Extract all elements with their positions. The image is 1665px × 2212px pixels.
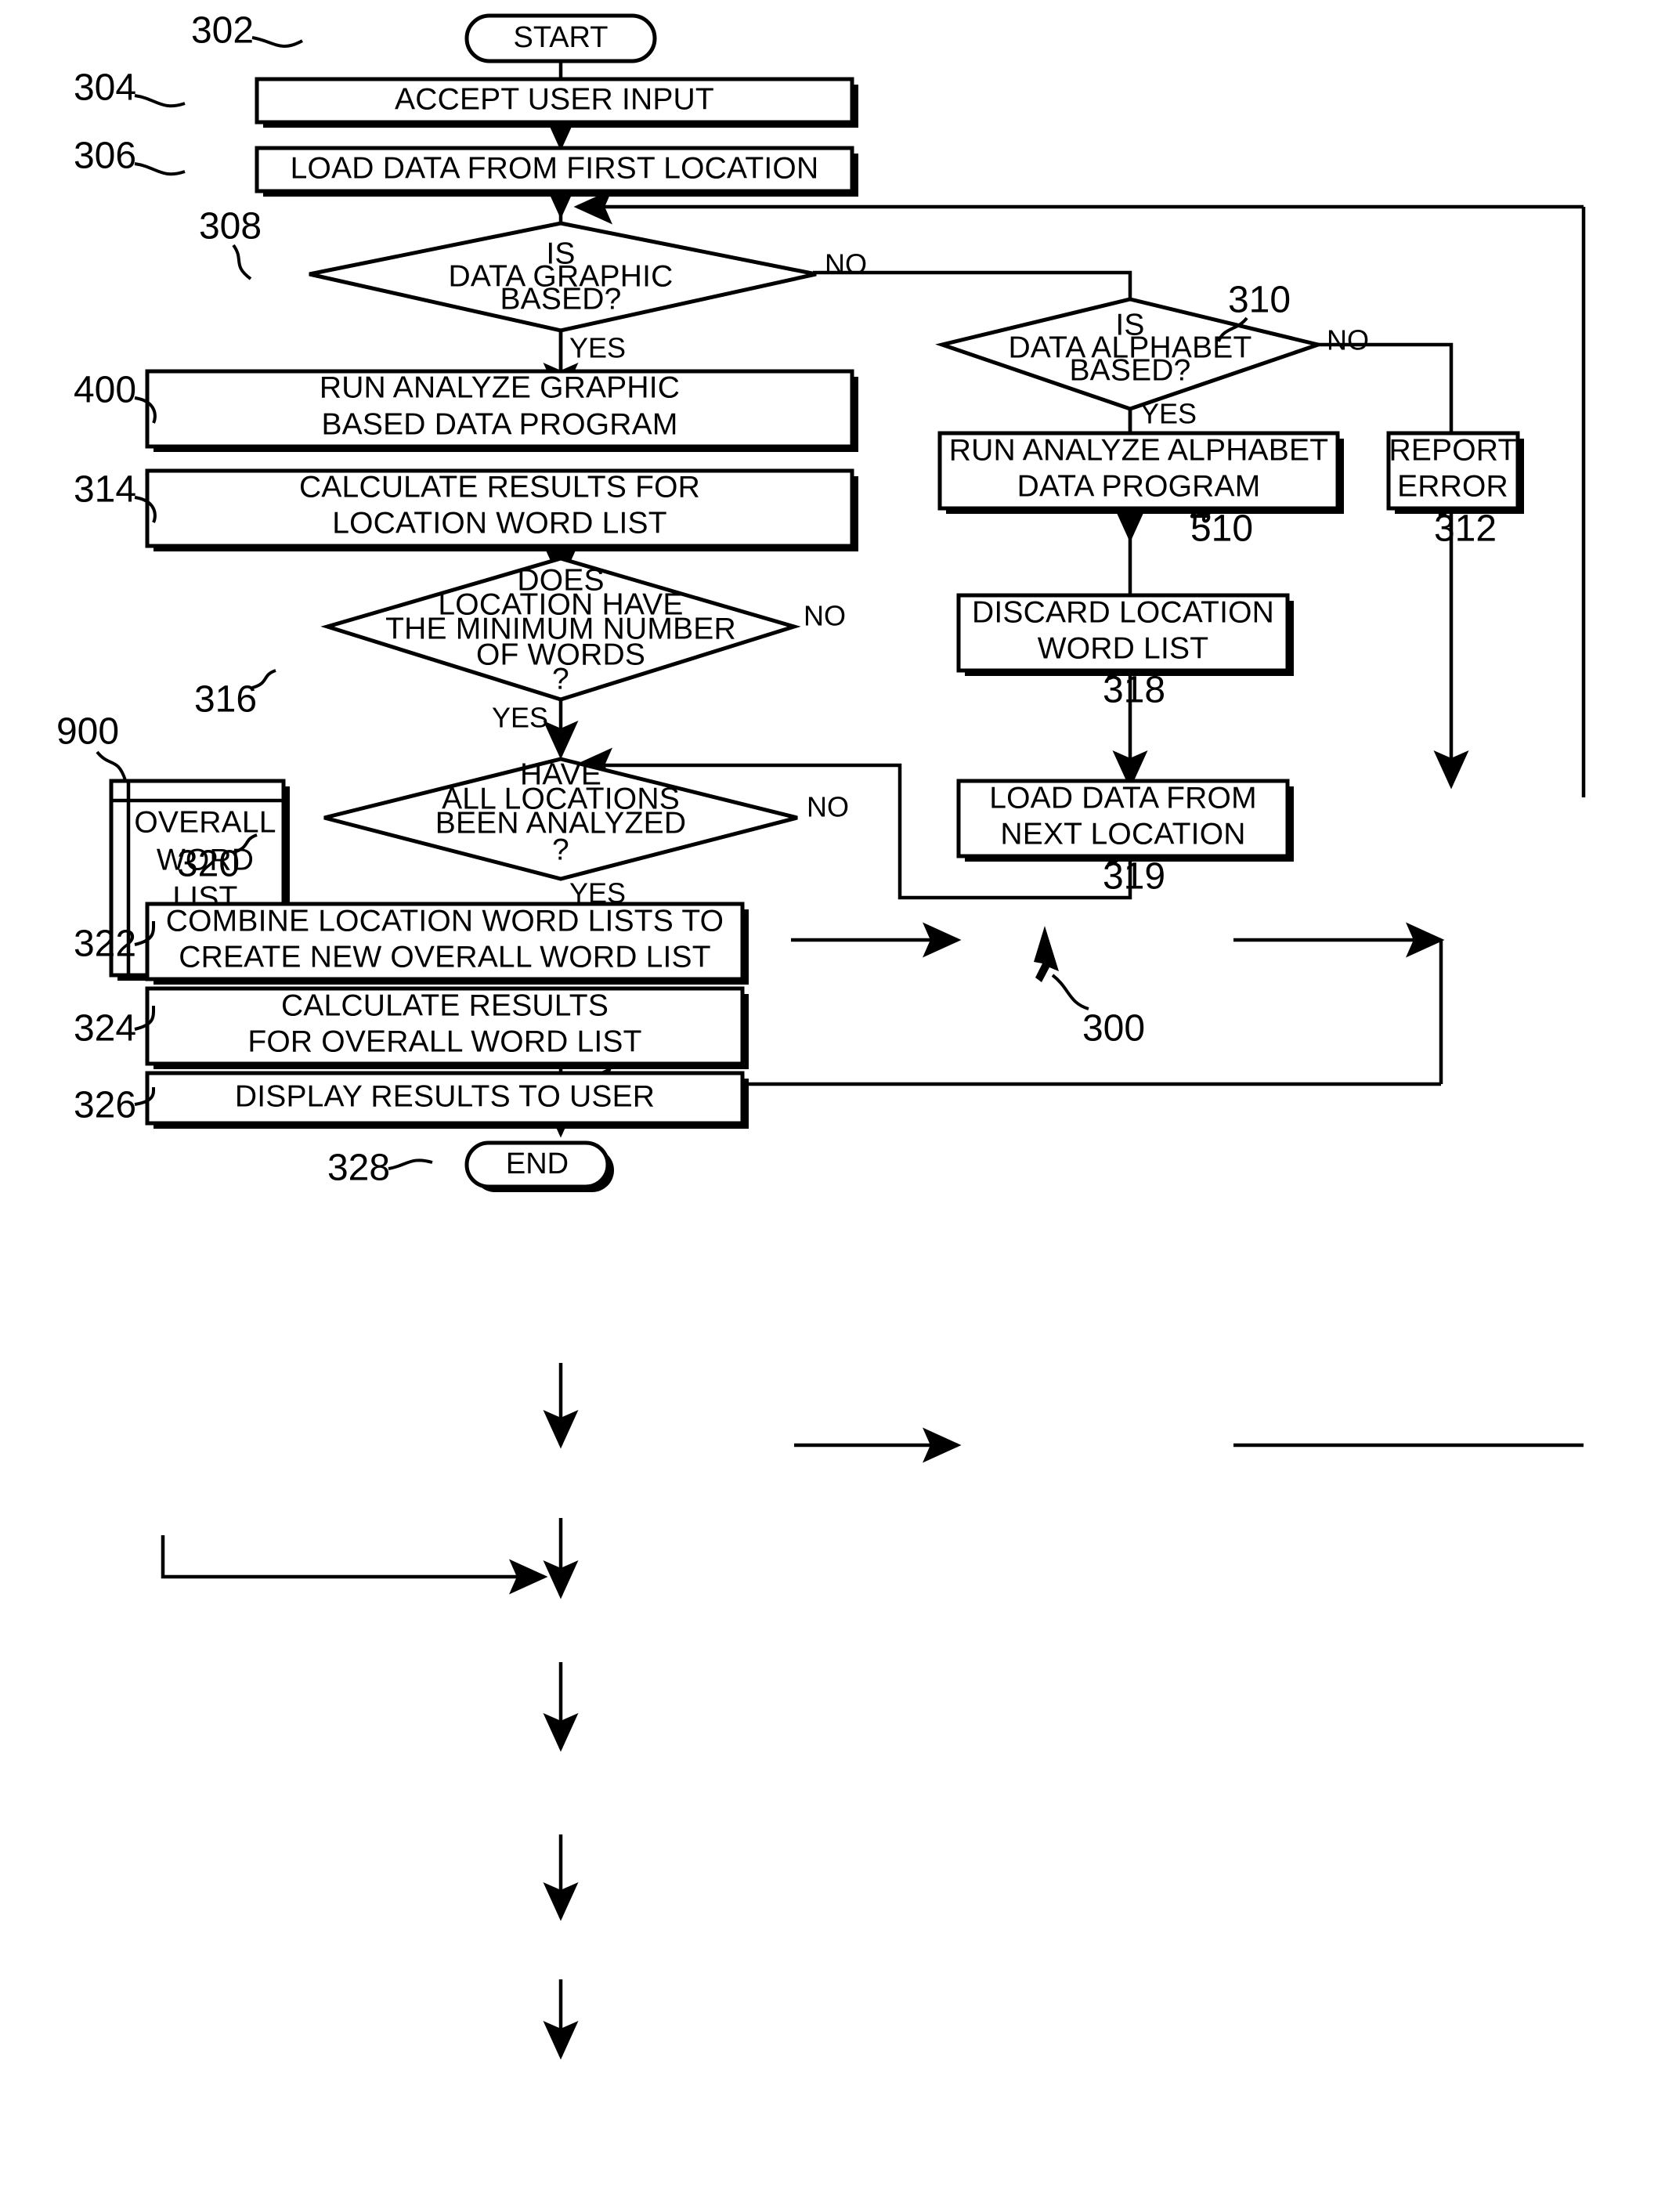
ref-328: 328 [327, 1148, 433, 1189]
node-accept-input-label: ACCEPT USER INPUT [395, 82, 714, 116]
svg-text:LOAD DATA FROM: LOAD DATA FROM [989, 781, 1257, 815]
node-report-error: REPORT ERROR [1386, 431, 1524, 514]
svg-text:RUN ANALYZE GRAPHIC: RUN ANALYZE GRAPHIC [320, 370, 680, 404]
figure-reference-300: 300 [1034, 926, 1145, 1050]
ref-318: 318 [1103, 670, 1165, 711]
svg-text:REPORT: REPORT [1389, 433, 1516, 467]
svg-text:ERROR: ERROR [1397, 469, 1508, 503]
svg-text:324: 324 [74, 1008, 136, 1050]
node-calc-overall: CALCULATE RESULTS FOR OVERALL WORD LIST [145, 986, 749, 1069]
svg-text:NEXT LOCATION: NEXT LOCATION [1000, 817, 1245, 851]
ref-308: 308 [199, 206, 262, 280]
node-all-analyzed: HAVE ALL LOCATIONS BEEN ANALYZED ? [323, 757, 798, 881]
ref-302: 302 [191, 10, 303, 52]
svg-text:CREATE NEW OVERALL WORD LIST: CREATE NEW OVERALL WORD LIST [179, 940, 711, 974]
branch-label-alphabet-yes: YES [1140, 398, 1197, 430]
svg-text:COMBINE LOCATION WORD LISTS TO: COMBINE LOCATION WORD LISTS TO [166, 904, 724, 938]
svg-text:326: 326 [74, 1085, 136, 1126]
ref-900: 900 [56, 711, 127, 781]
svg-text:CALCULATE RESULTS FOR: CALCULATE RESULTS FOR [299, 470, 700, 504]
ref-312: 312 [1434, 508, 1497, 550]
svg-text:CALCULATE RESULTS: CALCULATE RESULTS [281, 989, 609, 1022]
svg-text:328: 328 [327, 1148, 390, 1189]
svg-text:320: 320 [177, 844, 240, 885]
branch-label-analyzed-no: NO [807, 791, 849, 823]
node-display-label: DISPLAY RESULTS TO USER [235, 1079, 655, 1113]
svg-text:304: 304 [74, 67, 136, 109]
svg-text:322: 322 [74, 923, 136, 965]
ref-400: 400 [74, 370, 157, 424]
node-load-first: LOAD DATA FROM FIRST LOCATION [255, 146, 858, 197]
svg-text:?: ? [552, 833, 569, 866]
node-start: START [464, 13, 657, 63]
ref-510: 510 [1190, 506, 1253, 550]
svg-text:BASED?: BASED? [500, 282, 621, 316]
branch-label-minwords-no: NO [804, 600, 846, 632]
svg-text:DATA PROGRAM: DATA PROGRAM [1017, 469, 1261, 503]
svg-text:302: 302 [191, 10, 254, 52]
patent-flowchart-figure: START 302 ACCEPT USER INPUT 304 LOAD DAT… [0, 0, 1665, 2212]
node-is-graphic: IS DATA GRAPHIC BASED? [309, 221, 817, 333]
svg-text:LOCATION WORD LIST: LOCATION WORD LIST [332, 506, 667, 540]
node-combine: COMBINE LOCATION WORD LISTS TO CREATE NE… [145, 902, 749, 985]
svg-text:WORD LIST: WORD LIST [1038, 631, 1208, 665]
branch-label-graphic-yes: YES [569, 332, 626, 364]
node-run-alphabet: RUN ANALYZE ALPHABET DATA PROGRAM [937, 431, 1344, 514]
svg-text:BASED?: BASED? [1069, 353, 1190, 387]
svg-text:RUN ANALYZE ALPHABET: RUN ANALYZE ALPHABET [949, 433, 1328, 467]
svg-text:?: ? [552, 662, 569, 696]
svg-text:DISCARD LOCATION: DISCARD LOCATION [972, 595, 1274, 629]
node-run-graphic: RUN ANALYZE GRAPHIC BASED DATA PROGRAM [145, 369, 858, 452]
svg-text:BASED DATA PROGRAM: BASED DATA PROGRAM [321, 407, 677, 441]
svg-text:306: 306 [74, 136, 136, 177]
svg-text:310: 310 [1228, 280, 1291, 321]
ref-304: 304 [74, 67, 186, 109]
node-display: DISPLAY RESULTS TO USER [145, 1071, 749, 1129]
node-accept-input: ACCEPT USER INPUT [255, 77, 858, 128]
svg-text:314: 314 [74, 469, 136, 511]
node-load-first-label: LOAD DATA FROM FIRST LOCATION [291, 151, 819, 185]
svg-text:308: 308 [199, 206, 262, 248]
svg-text:400: 400 [74, 370, 136, 411]
ref-326: 326 [74, 1085, 156, 1126]
ref-316: 316 [194, 669, 276, 721]
ref-306: 306 [74, 136, 186, 177]
branch-label-graphic-no: NO [825, 248, 867, 280]
node-discard: DISCARD LOCATION WORD LIST [956, 593, 1294, 676]
svg-text:316: 316 [194, 679, 257, 721]
figure-ref-label: 300 [1082, 1008, 1145, 1050]
branch-label-alphabet-no: NO [1327, 324, 1369, 356]
node-load-next: LOAD DATA FROM NEXT LOCATION [956, 779, 1294, 862]
ref-319: 319 [1103, 856, 1165, 898]
svg-text:FOR OVERALL WORD LIST: FOR OVERALL WORD LIST [247, 1025, 641, 1058]
node-min-words: DOES LOCATION HAVE THE MINIMUM NUMBER OF… [320, 556, 801, 702]
node-end-label: END [506, 1148, 569, 1180]
ref-324: 324 [74, 1005, 156, 1050]
ref-314: 314 [74, 469, 157, 523]
svg-text:900: 900 [56, 711, 119, 753]
node-calc-location: CALCULATE RESULTS FOR LOCATION WORD LIST [145, 468, 858, 551]
branch-label-minwords-yes: YES [492, 702, 548, 734]
node-start-label: START [513, 21, 608, 54]
node-end: END [464, 1140, 614, 1192]
